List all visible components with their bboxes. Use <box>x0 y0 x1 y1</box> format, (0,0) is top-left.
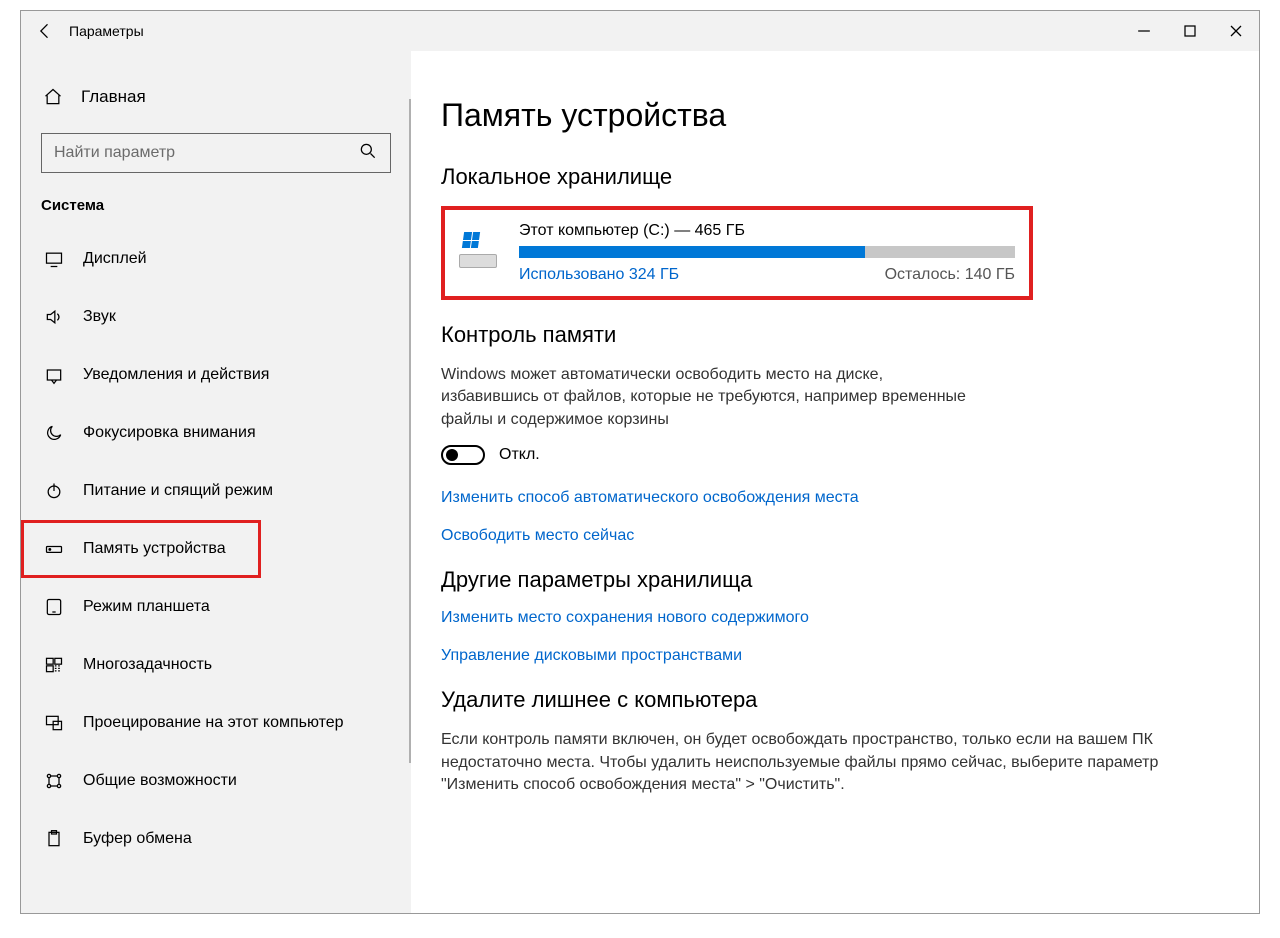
nav-label: Уведомления и действия <box>83 366 269 384</box>
home-icon <box>43 87 63 107</box>
search-placeholder: Найти параметр <box>54 144 175 162</box>
close-button[interactable] <box>1213 11 1259 51</box>
toggle-state-label: Откл. <box>499 446 540 464</box>
multitask-icon <box>43 655 65 675</box>
nav-label: Звук <box>83 308 116 326</box>
drive-label: Этот компьютер (C:) — 465 ГБ <box>519 222 1015 240</box>
focus-icon <box>43 423 65 443</box>
nav-shared[interactable]: Общие возможности <box>21 752 411 810</box>
nav-label: Общие возможности <box>83 772 237 790</box>
cleanup-description: Если контроль памяти включен, он будет о… <box>441 729 1201 796</box>
sound-icon <box>43 307 65 327</box>
storage-sense-heading: Контроль памяти <box>441 322 1219 348</box>
cleanup-heading: Удалите лишнее с компьютера <box>441 687 1219 713</box>
nav-projecting[interactable]: Проецирование на этот компьютер <box>21 694 411 752</box>
search-icon <box>358 141 378 166</box>
nav-notifications[interactable]: Уведомления и действия <box>21 346 411 404</box>
titlebar: Параметры <box>21 11 1259 51</box>
used-text: Использовано 324 ГБ <box>519 266 679 284</box>
link-manage-storage-spaces[interactable]: Управление дисковыми пространствами <box>441 647 1219 665</box>
power-icon <box>43 481 65 501</box>
local-storage-heading: Локальное хранилище <box>441 164 1219 190</box>
nav-focus[interactable]: Фокусировка внимания <box>21 404 411 462</box>
sidebar-scrollbar[interactable] <box>409 99 411 763</box>
sidebar: Главная Найти параметр Система Дисплей З… <box>21 51 411 913</box>
free-text: Осталось: 140 ГБ <box>885 266 1015 284</box>
home-label: Главная <box>81 87 146 107</box>
more-storage-heading: Другие параметры хранилища <box>441 567 1219 593</box>
projecting-icon <box>43 713 65 733</box>
nav-tablet[interactable]: Режим планшета <box>21 578 411 636</box>
maximize-button[interactable] <box>1167 11 1213 51</box>
nav-power[interactable]: Питание и спящий режим <box>21 462 411 520</box>
page-title: Память устройства <box>441 97 1219 134</box>
tablet-icon <box>43 597 65 617</box>
link-free-now[interactable]: Освободить место сейчас <box>441 527 1219 545</box>
search-input[interactable]: Найти параметр <box>41 133 391 173</box>
nav-label: Фокусировка внимания <box>83 424 256 442</box>
nav-label: Буфер обмена <box>83 830 192 848</box>
display-icon <box>43 249 65 269</box>
nav-multitask[interactable]: Многозадачность <box>21 636 411 694</box>
home-nav[interactable]: Главная <box>21 81 411 113</box>
drive-icon <box>459 228 499 268</box>
nav-list: Дисплей Звук Уведомления и действия Фоку… <box>21 230 411 868</box>
storage-sense-description: Windows может автоматически освободить м… <box>441 364 971 431</box>
storage-icon <box>43 539 65 559</box>
storage-sense-toggle[interactable] <box>441 445 485 465</box>
usage-bar-fill <box>519 246 865 258</box>
caption-controls <box>1121 11 1259 51</box>
content-pane: Память устройства Локальное хранилище Эт… <box>411 51 1259 913</box>
storage-sense-toggle-row: Откл. <box>441 445 1219 465</box>
nav-label: Проецирование на этот компьютер <box>83 714 344 732</box>
link-configure-sense[interactable]: Изменить способ автоматического освобожд… <box>441 489 1219 507</box>
nav-sound[interactable]: Звук <box>21 288 411 346</box>
notifications-icon <box>43 365 65 385</box>
link-change-save-location[interactable]: Изменить место сохранения нового содержи… <box>441 609 1219 627</box>
nav-label: Многозадачность <box>83 656 212 674</box>
minimize-button[interactable] <box>1121 11 1167 51</box>
usage-bar <box>519 246 1015 258</box>
nav-label: Дисплей <box>83 250 147 268</box>
back-button[interactable] <box>21 11 69 51</box>
window-title: Параметры <box>69 23 144 39</box>
shared-icon <box>43 771 65 791</box>
nav-clipboard[interactable]: Буфер обмена <box>21 810 411 868</box>
nav-label: Память устройства <box>83 540 226 558</box>
nav-label: Режим планшета <box>83 598 210 616</box>
sidebar-section-label: Система <box>21 197 411 230</box>
nav-storage[interactable]: Память устройства <box>21 520 261 578</box>
drive-row[interactable]: Этот компьютер (C:) — 465 ГБ Использован… <box>441 206 1033 300</box>
drive-info: Этот компьютер (C:) — 465 ГБ Использован… <box>519 222 1015 284</box>
nav-label: Питание и спящий режим <box>83 482 273 500</box>
settings-window: Параметры Главная Найти параметр <box>20 10 1260 914</box>
clipboard-icon <box>43 829 65 849</box>
nav-display[interactable]: Дисплей <box>21 230 411 288</box>
